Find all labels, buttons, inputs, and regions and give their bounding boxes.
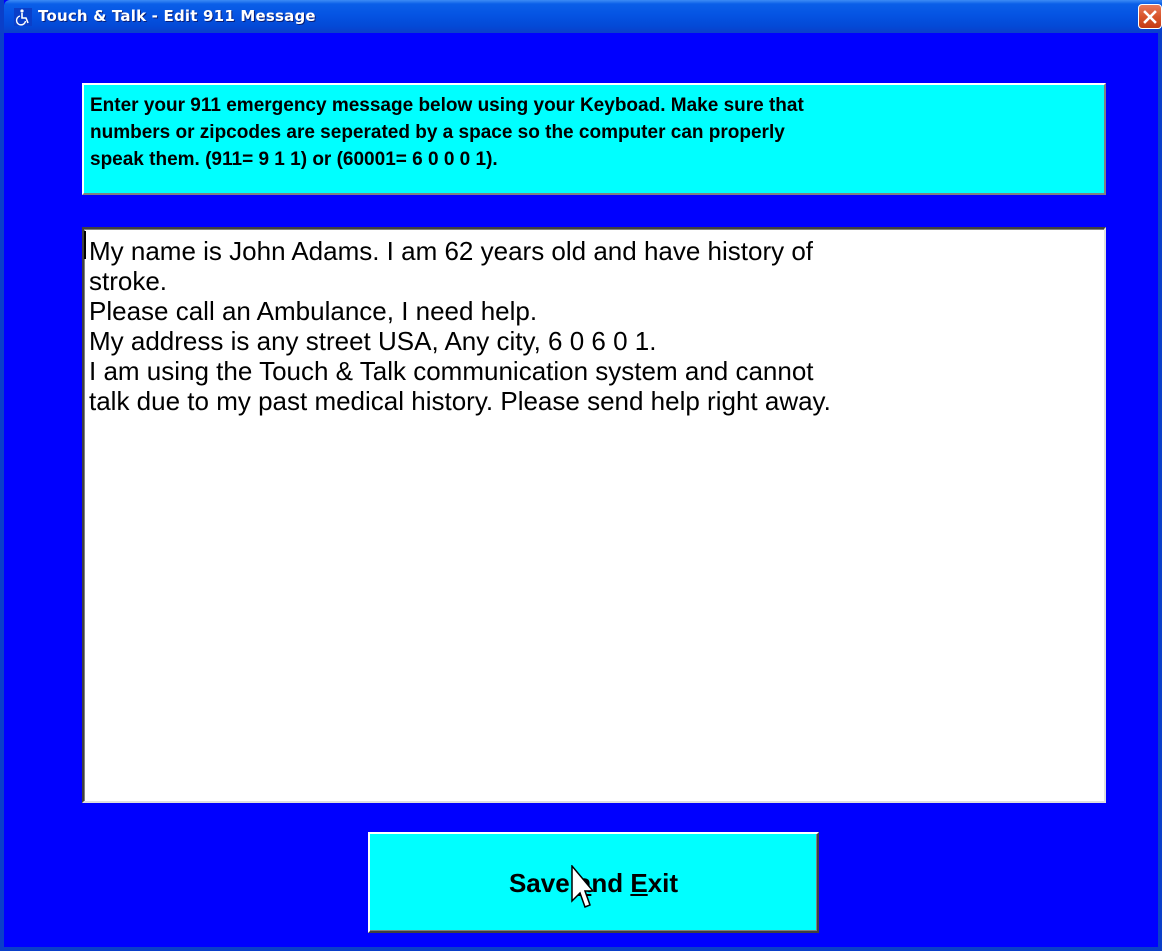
message-textarea[interactable]: My name is John Adams. I am 62 years old… (82, 227, 1106, 803)
text-caret (84, 231, 86, 259)
window-title: Touch & Talk - Edit 911 Message (38, 7, 316, 25)
close-button[interactable] (1138, 4, 1162, 29)
message-text[interactable]: My name is John Adams. I am 62 years old… (89, 236, 1099, 416)
edit-911-message-window: Touch & Talk - Edit 911 Message Enter yo… (0, 0, 1162, 951)
instructions-panel: Enter your 911 emergency message below u… (82, 83, 1106, 195)
mouse-pointer-icon (571, 865, 593, 908)
instructions-text: Enter your 911 emergency message below u… (90, 95, 804, 170)
wheelchair-icon (14, 8, 32, 26)
save-and-exit-label: Save and Exit (508, 867, 679, 898)
save-and-exit-button[interactable]: Save and Exit (368, 832, 819, 933)
close-icon (1143, 9, 1157, 24)
title-bar[interactable]: Touch & Talk - Edit 911 Message (4, 0, 1162, 33)
